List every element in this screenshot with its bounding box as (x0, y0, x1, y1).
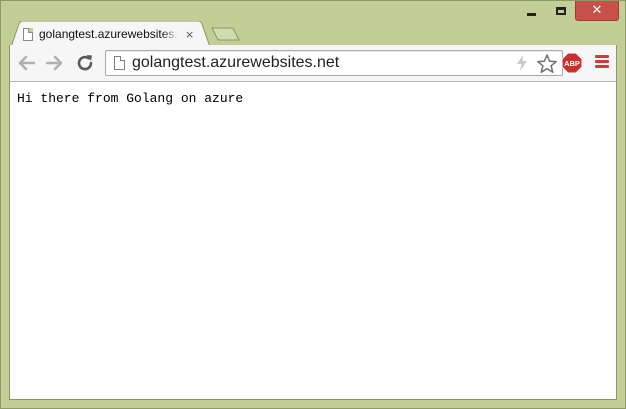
new-tab-button[interactable] (211, 27, 241, 41)
maximize-icon (555, 7, 566, 15)
page-content: Hi there from Golang on azure (9, 82, 617, 400)
lightning-icon[interactable] (516, 55, 528, 71)
back-button[interactable] (14, 51, 38, 75)
close-icon: ✕ (591, 3, 603, 18)
minimize-button[interactable] (517, 1, 546, 21)
reload-button[interactable] (73, 51, 97, 75)
window-controls: ✕ (517, 1, 619, 23)
address-bar[interactable]: golangtest.azurewebsites.net (105, 50, 563, 76)
tab-title: golangtest.azurewebsites.net (39, 27, 179, 41)
minimize-icon (527, 12, 536, 16)
toolbar: golangtest.azurewebsites.net ABP (9, 45, 617, 82)
tab-content: golangtest.azurewebsites.net × (23, 23, 194, 45)
maximize-button[interactable] (546, 1, 575, 21)
browser-window: ✕ golangtest.azurewebsites.net × golangt… (0, 0, 626, 409)
bookmark-star-icon[interactable] (536, 53, 558, 75)
hamburger-menu-icon[interactable] (595, 55, 609, 69)
page-icon (114, 56, 125, 70)
tab-close-icon[interactable]: × (185, 29, 194, 40)
adblock-plus-label: ABP (564, 59, 580, 68)
adblock-plus-icon[interactable]: ABP (561, 52, 583, 74)
back-arrow-icon (18, 55, 35, 71)
close-button[interactable]: ✕ (575, 1, 619, 21)
forward-button[interactable] (43, 51, 67, 75)
forward-arrow-icon (46, 55, 63, 71)
reload-icon (77, 55, 93, 71)
page-body-text: Hi there from Golang on azure (17, 91, 244, 106)
page-favicon-icon (23, 27, 33, 41)
url-text[interactable]: golangtest.azurewebsites.net (132, 54, 339, 72)
